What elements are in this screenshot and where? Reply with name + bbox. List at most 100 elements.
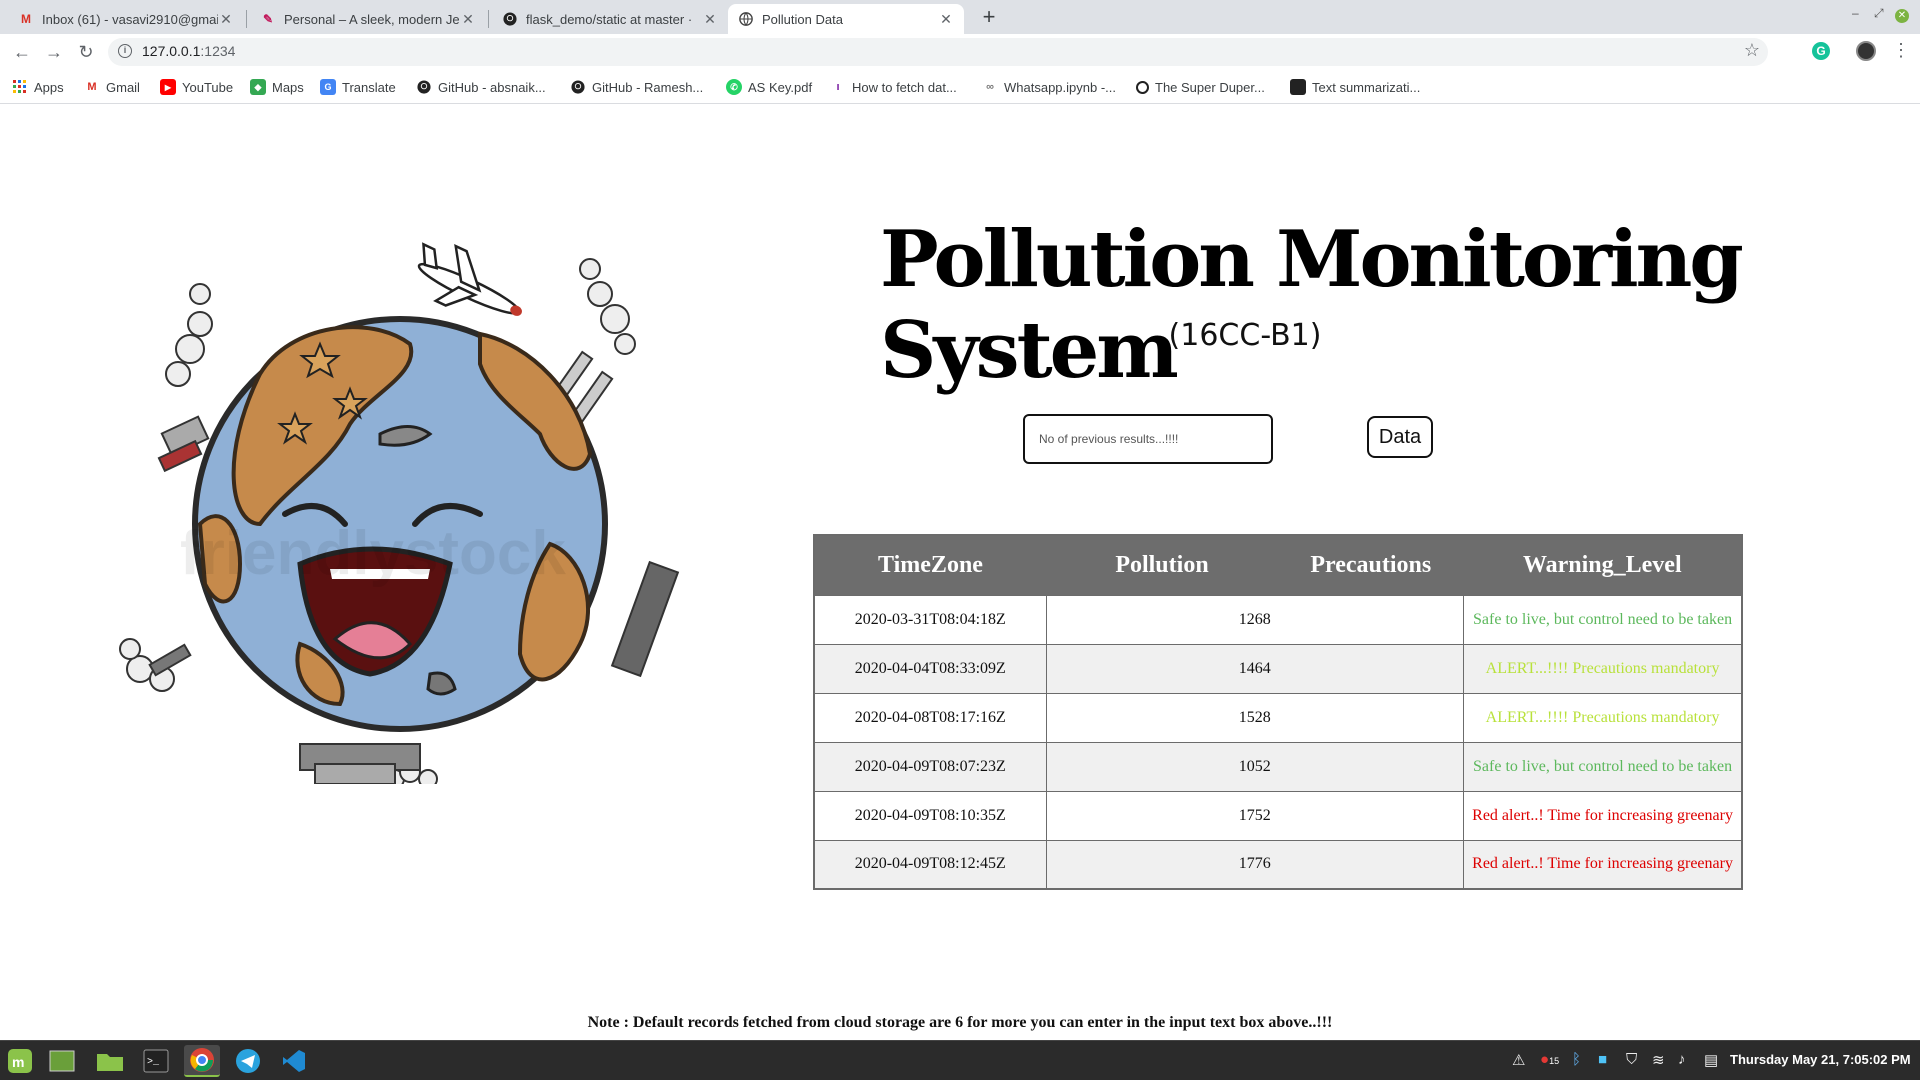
timezone-cell: 2020-04-09T08:10:35Z	[813, 790, 1047, 841]
pollution-cell: 1776	[1045, 839, 1465, 890]
files-folder-icon[interactable]	[92, 1045, 128, 1077]
jekyll-icon: ✎	[262, 12, 274, 26]
pollution-table: TimeZone Pollution Precautions Warning_L…	[813, 534, 1743, 890]
bookmark-how-to-fetch[interactable]: ı How to fetch dat...	[830, 78, 956, 96]
polluted-earth-illustration: friendlystock	[110, 224, 690, 789]
tab-gmail[interactable]: M Inbox (61) - vasavi2910@gmai ✕	[8, 4, 244, 34]
tab-separator	[488, 10, 489, 28]
close-tab-icon[interactable]: ✕	[938, 11, 954, 28]
bookmark-github-absnaik[interactable]: GitHub - absnaik...	[416, 78, 546, 96]
window-close-icon[interactable]: ✕	[1895, 9, 1909, 23]
bookmark-translate[interactable]: G Translate	[320, 78, 396, 96]
tab-github[interactable]: flask_demo/static at master · ✕	[492, 4, 728, 34]
warning-level-cell: Red alert..! Time for increasing greenar…	[1463, 790, 1743, 841]
close-tab-icon[interactable]: ✕	[218, 11, 234, 28]
close-tab-icon[interactable]: ✕	[460, 11, 476, 28]
new-tab-button[interactable]: +	[976, 4, 1002, 30]
timezone-cell: 2020-04-08T08:17:16Z	[813, 692, 1047, 743]
tab-strip: M Inbox (61) - vasavi2910@gmai ✕ ✎ Perso…	[0, 0, 1920, 34]
bookmark-maps[interactable]: ◆ Maps	[250, 78, 304, 96]
tab-personal[interactable]: ✎ Personal – A sleek, modern Je ✕	[250, 4, 486, 34]
bookmark-github-ramesh[interactable]: GitHub - Ramesh...	[570, 78, 703, 96]
whatsapp-icon: ✆	[726, 79, 742, 95]
bookmark-star-icon[interactable]: ☆	[1744, 40, 1760, 61]
column-header-precautions: Precautions	[1278, 535, 1464, 595]
gmail-icon: M	[21, 12, 31, 26]
volume-icon[interactable]: ♪	[1678, 1051, 1686, 1068]
bookmark-icon: ı	[836, 81, 840, 93]
minimize-icon[interactable]: –	[1852, 6, 1859, 20]
translate-icon: G	[320, 79, 336, 95]
warning-level-cell: Red alert..! Time for increasing greenar…	[1463, 839, 1743, 890]
profile-avatar[interactable]	[1856, 41, 1876, 61]
bookmark-as-key[interactable]: ✆ AS Key.pdf	[726, 78, 812, 96]
url-text[interactable]: 127.0.0.1:1234	[142, 43, 235, 59]
forward-arrow-icon[interactable]: →	[42, 40, 66, 64]
table-row: 2020-04-04T08:33:09Z 1464 ALERT...!!!! P…	[813, 643, 1743, 694]
bluetooth-icon[interactable]: ᛒ	[1572, 1051, 1581, 1068]
browser-toolbar: ← → ↻ i 127.0.0.1:1234 ☆	[0, 34, 1920, 70]
table-row: 2020-03-31T08:04:18Z 1268 Safe to live, …	[813, 594, 1743, 645]
warning-level-cell: Safe to live, but control need to be tak…	[1463, 741, 1743, 792]
results-count-input[interactable]	[1023, 414, 1273, 464]
pollution-cell: 1752	[1045, 790, 1465, 841]
table-header-row: TimeZone Pollution Precautions Warning_L…	[814, 535, 1742, 595]
shield-icon[interactable]: ⛉	[1626, 1051, 1637, 1068]
chrome-taskbar-icon[interactable]	[184, 1045, 220, 1077]
vscode-icon[interactable]	[276, 1045, 312, 1077]
bookmarks-bar: Apps M Gmail ▶ YouTube ◆ Maps G Translate Gi…	[0, 70, 1920, 104]
address-bar[interactable]: i 127.0.0.1:1234 ☆	[108, 38, 1768, 66]
bookmark-apps[interactable]: Apps	[12, 78, 64, 96]
bookmark-youtube[interactable]: ▶ YouTube	[160, 78, 233, 96]
bookmark-gmail[interactable]: M Gmail	[84, 78, 140, 96]
bookmark-super-duper[interactable]: The Super Duper...	[1136, 78, 1265, 96]
apps-grid-icon	[12, 79, 28, 95]
bookmark-whatsapp-ipynb[interactable]: ∞ Whatsapp.ipynb -...	[982, 78, 1116, 96]
terminal-icon[interactable]: >_	[138, 1045, 174, 1077]
github-icon	[502, 11, 518, 27]
pollution-cell: 1528	[1045, 692, 1465, 743]
timezone-cell: 2020-04-04T08:33:09Z	[813, 643, 1047, 694]
show-desktop-icon[interactable]	[44, 1045, 80, 1077]
telegram-icon[interactable]	[230, 1045, 266, 1077]
table-row: 2020-04-08T08:17:16Z 1528 ALERT...!!!! P…	[813, 692, 1743, 743]
wifi-icon[interactable]: ≋	[1652, 1051, 1665, 1069]
page-icon	[1290, 79, 1306, 95]
reload-icon[interactable]: ↻	[74, 40, 98, 64]
table-row: 2020-04-09T08:07:23Z 1052 Safe to live, …	[813, 741, 1743, 792]
footer-note: Note : Default records fetched from clou…	[587, 1014, 1333, 1031]
github-icon	[416, 79, 432, 95]
timezone-cell: 2020-04-09T08:07:23Z	[813, 741, 1047, 792]
svg-text:>_: >_	[147, 1057, 160, 1068]
zoom-tray-icon[interactable]: ■	[1598, 1051, 1607, 1068]
page-subtitle: (16CC-B1)	[1168, 318, 1322, 353]
pollution-cell: 1464	[1045, 643, 1465, 694]
menu-dots-icon[interactable]: ⋮	[1892, 40, 1910, 61]
close-tab-icon[interactable]: ✕	[702, 11, 718, 28]
data-button[interactable]: Data	[1367, 416, 1433, 458]
github-icon	[570, 79, 586, 95]
table-row: 2020-04-09T08:10:35Z 1752 Red alert..! T…	[813, 790, 1743, 841]
desktop-taskbar: m >_ ⚠ ●15 ᛒ ■ ⛉ ≋ ♪ ▤ Thursday May 21, …	[0, 1040, 1920, 1080]
maximize-icon[interactable]: ⤢	[1874, 6, 1884, 21]
clock[interactable]: Thursday May 21, 7:05:02 PM	[1730, 1052, 1911, 1067]
tab-pollution-data[interactable]: Pollution Data ✕	[728, 4, 964, 34]
bookmark-text-summarization[interactable]: Text summarizati...	[1290, 78, 1420, 96]
watermark-text: friendlystock	[180, 519, 566, 588]
warning-level-cell: Safe to live, but control need to be tak…	[1463, 594, 1743, 645]
timezone-cell: 2020-04-09T08:12:45Z	[813, 839, 1047, 890]
grammarly-extension-icon[interactable]: G	[1812, 42, 1830, 60]
tab-separator	[246, 10, 247, 28]
column-header-warning-level: Warning_Level	[1463, 535, 1742, 595]
updates-tray-icon[interactable]: ●15	[1540, 1051, 1559, 1068]
back-arrow-icon[interactable]: ←	[10, 40, 34, 64]
info-icon[interactable]: i	[118, 44, 132, 58]
page-title: Pollution Monitoring System	[880, 214, 1744, 396]
warning-tray-icon[interactable]: ⚠	[1512, 1051, 1525, 1069]
youtube-icon: ▶	[160, 79, 176, 95]
column-header-timezone: TimeZone	[814, 535, 1046, 595]
warning-level-cell: ALERT...!!!! Precautions mandatory	[1463, 692, 1743, 743]
notes-tray-icon[interactable]: ▤	[1704, 1051, 1718, 1069]
globe-icon	[738, 11, 754, 27]
mint-menu-icon[interactable]: m	[2, 1045, 38, 1077]
